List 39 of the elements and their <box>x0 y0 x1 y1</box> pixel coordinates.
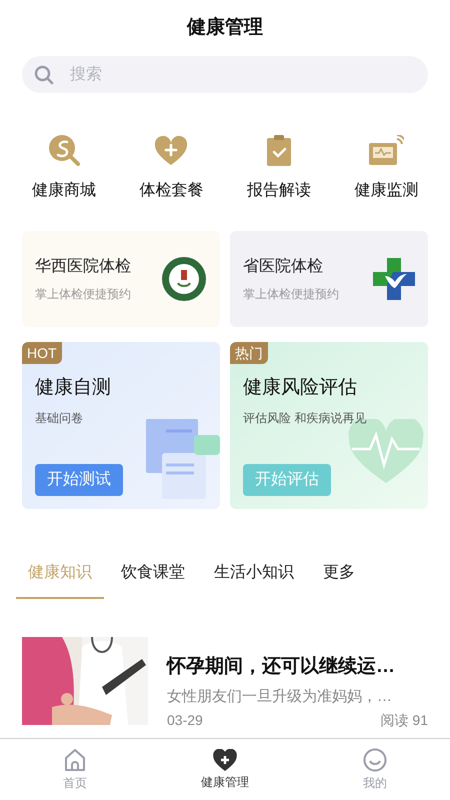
heart-plus-icon <box>154 135 188 167</box>
feature-title: 健康自测 <box>35 376 112 400</box>
feature-subtitle: 评估风险 和疾病说再见 <box>243 410 368 426</box>
feature-title: 健康风险评估 <box>243 376 358 400</box>
hospital-name: 省医院体检 <box>243 256 324 277</box>
category-tab[interactable]: 更多 <box>323 561 355 599</box>
page-title: 健康管理 <box>187 16 263 40</box>
hospital-seal-icon <box>161 256 207 302</box>
shortcut-label[interactable]: 健康监测 <box>354 179 418 203</box>
category-tab[interactable]: 饮食课堂 <box>121 561 185 599</box>
category-tab[interactable]: 生活小知识 <box>214 561 294 599</box>
search-field[interactable]: 搜索 <box>22 56 428 93</box>
hospital-card[interactable]: 省医院体检 掌上体检便捷预约 <box>230 231 428 327</box>
nav-tab[interactable]: 健康管理 <box>150 739 300 800</box>
hospital-card[interactable]: 华西医院体检 掌上体检便捷预约 <box>22 231 220 327</box>
magnifier-icon <box>46 133 81 167</box>
clipboard-check-icon <box>266 135 292 167</box>
article-date: 03-29 <box>167 711 203 730</box>
feature-card[interactable]: 热门 健康风险评估 评估风险 和疾病说再见 开始评估 <box>230 342 428 509</box>
search-icon <box>34 65 54 85</box>
feature-subtitle: 基础问卷 <box>35 410 84 426</box>
article-title[interactable]: 怀孕期间，还可以继续运… <box>167 653 428 682</box>
medical-cross-icon <box>373 258 415 300</box>
heart-plus-icon <box>213 748 237 770</box>
hospital-name: 华西医院体检 <box>35 256 131 277</box>
article-summary: 女性朋友们一旦升级为准妈妈，… <box>167 686 393 706</box>
feature-card[interactable]: HOT 健康自测 基础问卷 开始测试 <box>22 342 220 509</box>
questionnaire-icon <box>146 419 220 501</box>
smiley-icon <box>363 748 387 772</box>
monitor-icon <box>368 135 404 167</box>
shortcut-label[interactable]: 报告解读 <box>246 179 311 203</box>
hospital-subtitle: 掌上体检便捷预约 <box>243 286 339 303</box>
home-icon <box>63 748 87 772</box>
shortcut-label[interactable]: 体检套餐 <box>139 179 204 203</box>
shortcut-label[interactable]: 健康商城 <box>32 179 96 203</box>
hospital-subtitle: 掌上体检便捷预约 <box>35 286 131 303</box>
hot-badge: 热门 <box>230 342 268 364</box>
hot-badge: HOT <box>22 342 62 364</box>
read-count: 阅读 91 <box>380 711 428 730</box>
